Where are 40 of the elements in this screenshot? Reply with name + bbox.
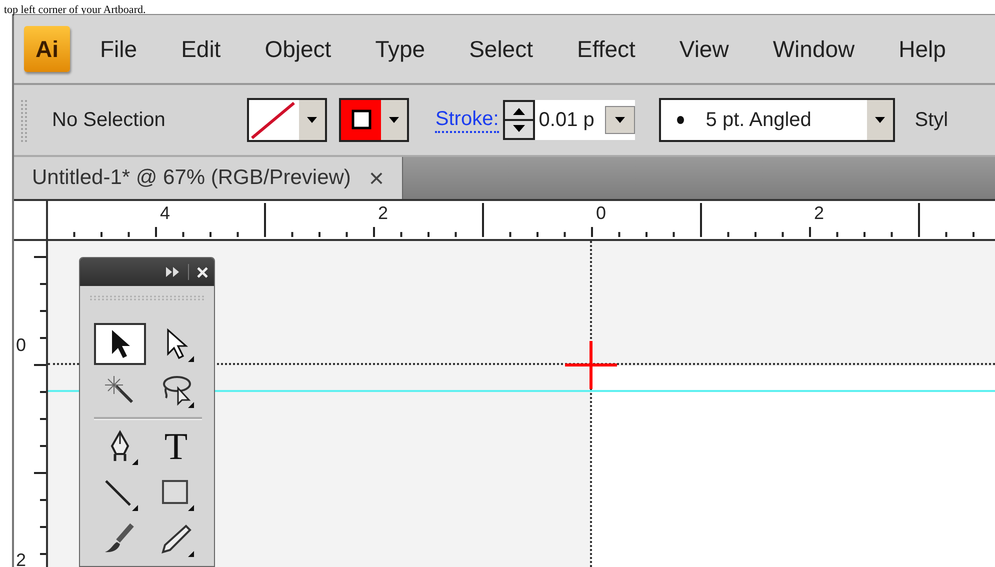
collapse-icon[interactable] [166, 267, 180, 277]
fill-dropdown[interactable] [247, 98, 328, 142]
caret-icon [874, 117, 885, 123]
spinner-icon[interactable] [502, 100, 535, 140]
grip-icon[interactable] [89, 295, 205, 301]
ruler-label: 2 [378, 203, 388, 224]
menu-item[interactable]: Edit [181, 36, 221, 62]
menu-item[interactable]: Type [375, 36, 426, 62]
caption-text: top left corner of your Artboard. [3, 3, 146, 17]
ruler-label: 0 [596, 203, 606, 224]
no-fill-swatch-icon [249, 100, 300, 140]
stroke-swatch-icon [341, 100, 382, 140]
stroke-link[interactable]: Stroke: [435, 108, 499, 132]
type-tool-button[interactable]: T [150, 426, 202, 468]
brush-dropdown[interactable]: 5 pt. Angled [658, 98, 895, 142]
close-icon[interactable] [197, 266, 208, 278]
menu-item[interactable]: Help [898, 36, 946, 62]
caret-icon [389, 117, 400, 123]
style-label: Styl [914, 108, 948, 132]
menu-item[interactable]: File [100, 36, 138, 62]
document-tab[interactable]: Untitled-1* @ 67% (RGB/Preview) [14, 157, 361, 199]
menu-item[interactable]: View [679, 36, 729, 62]
stroke-dropdown[interactable] [339, 98, 410, 142]
ruler-label: 2 [16, 550, 26, 567]
ruler-label: 4 [160, 203, 170, 224]
menu-item[interactable]: Window [772, 36, 855, 62]
selection-status: No Selection [52, 108, 166, 132]
caret-icon [614, 117, 625, 123]
menu-item[interactable]: Object [264, 36, 332, 62]
grip-icon[interactable] [20, 98, 28, 142]
caret-icon [307, 117, 318, 123]
brush-tip-icon [676, 116, 684, 124]
ruler-label: 2 [814, 203, 824, 224]
crosshair-icon [565, 341, 617, 389]
close-tab-button[interactable]: × [360, 157, 404, 199]
menu-item[interactable]: Select [469, 36, 533, 62]
tool-button[interactable] [94, 323, 146, 365]
app-logo[interactable]: Ai [24, 26, 70, 72]
ruler-label: 0 [16, 335, 26, 356]
menu-item[interactable]: Effect [577, 36, 636, 62]
